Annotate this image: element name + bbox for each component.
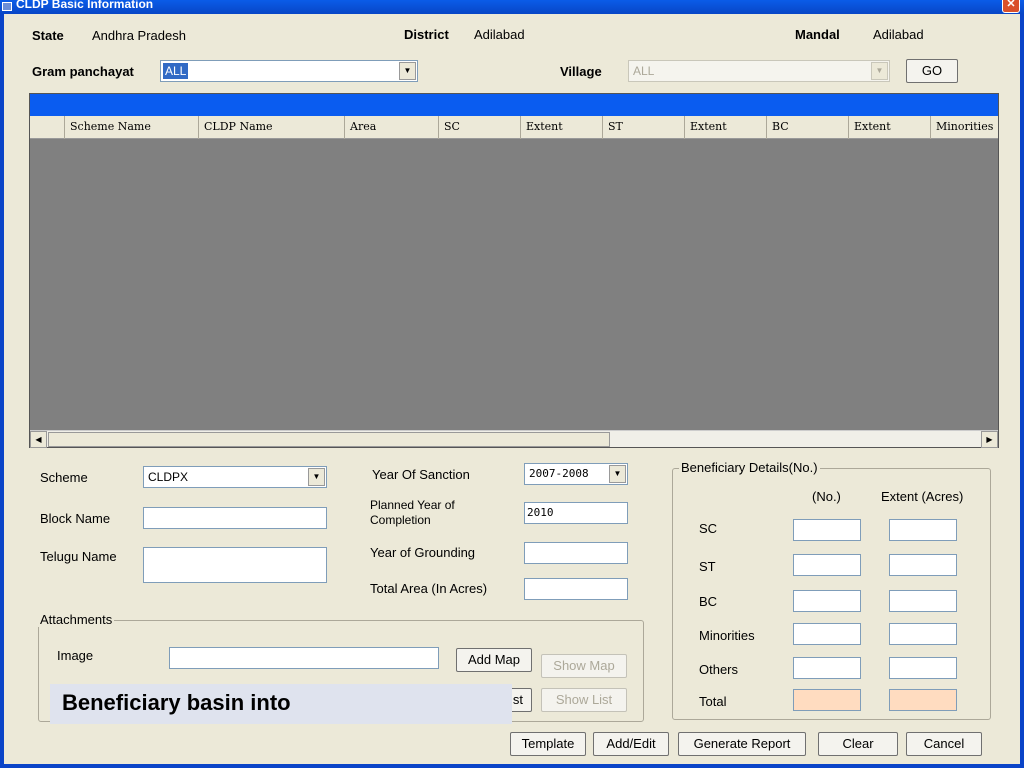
mandal-value: Adilabad (873, 27, 924, 42)
gram-panchayat-label: Gram panchayat (32, 64, 134, 79)
image-label: Image (57, 648, 94, 663)
grid-header: Scheme Name CLDP Name Area SC Extent ST … (30, 116, 998, 139)
column-header[interactable]: Area (344, 116, 438, 139)
chevron-down-icon[interactable]: ▼ (399, 62, 416, 80)
beneficiary-row-label: Total (699, 694, 727, 709)
beneficiary-row-label: Others (699, 662, 739, 677)
column-header[interactable]: SC (438, 116, 520, 139)
scheme-selected: CLDPX (148, 470, 189, 484)
telugu-name-label: Telugu Name (40, 549, 117, 564)
gram-panchayat-select[interactable]: ALL ▼ (160, 60, 418, 82)
column-header[interactable]: Extent (684, 116, 766, 139)
beneficiary-row-label: ST (699, 559, 716, 574)
telugu-name-input[interactable] (143, 547, 327, 583)
clear-button[interactable]: Clear (818, 732, 898, 756)
year-of-sanction-select[interactable]: 2007-2008 ▼ (524, 463, 628, 485)
scroll-left-icon[interactable]: ◀ (30, 431, 47, 448)
app-window: CLDP Basic Information ✕ State Andhra Pr… (0, 0, 1024, 768)
others-count-input[interactable] (793, 657, 861, 679)
planned-year-label: Planned Year of Completion (370, 498, 455, 527)
scroll-right-icon[interactable]: ▶ (981, 431, 998, 448)
title-bar[interactable]: CLDP Basic Information ✕ (0, 0, 1024, 14)
column-header[interactable]: BC (766, 116, 848, 139)
column-header[interactable]: ST (602, 116, 684, 139)
year-of-sanction-selected: 2007-2008 (529, 467, 589, 480)
attachments-group-title: Attachments (38, 612, 115, 627)
village-select[interactable]: ALL ▼ (628, 60, 890, 82)
column-header[interactable]: Extent (848, 116, 930, 139)
district-label: District (404, 27, 449, 42)
block-name-input[interactable] (143, 507, 327, 529)
state-label: State (32, 28, 64, 43)
overlay-caption: Beneficiary basin into (62, 690, 291, 715)
scroll-thumb[interactable] (48, 432, 610, 447)
beneficiary-row-label: Minorities (699, 628, 755, 643)
total-area-label: Total Area (In Acres) (370, 581, 488, 596)
chevron-down-icon[interactable]: ▼ (609, 465, 626, 483)
year-of-grounding-label: Year of Grounding (370, 545, 476, 560)
add-map-button[interactable]: Add Map (456, 648, 532, 672)
column-header[interactable]: Extent (520, 116, 602, 139)
chevron-down-icon[interactable]: ▼ (308, 468, 325, 486)
scheme-label: Scheme (40, 470, 88, 485)
scheme-grid[interactable]: Scheme Name CLDP Name Area SC Extent ST … (29, 93, 999, 448)
column-label-no: (No.) (812, 489, 841, 504)
st-extent-input[interactable] (889, 554, 957, 576)
image-path-input[interactable] (169, 647, 439, 669)
others-extent-input[interactable] (889, 657, 957, 679)
year-of-grounding-input[interactable] (524, 542, 628, 564)
minorities-count-input[interactable] (793, 623, 861, 645)
beneficiary-group-title: Beneficiary Details(No.) (679, 460, 820, 475)
district-value: Adilabad (474, 27, 525, 42)
grid-caption-bar (30, 94, 998, 116)
block-name-label: Block Name (40, 511, 111, 526)
cancel-button[interactable]: Cancel (906, 732, 982, 756)
sc-count-input[interactable] (793, 519, 861, 541)
total-extent-field (889, 689, 957, 711)
add-edit-button[interactable]: Add/Edit (593, 732, 669, 756)
bc-extent-input[interactable] (889, 590, 957, 612)
st-count-input[interactable] (793, 554, 861, 576)
overlay-caption-box: Beneficiary basin into (50, 684, 512, 724)
go-button[interactable]: GO (906, 59, 958, 83)
template-button[interactable]: Template (510, 732, 586, 756)
gram-panchayat-selected: ALL (163, 63, 189, 79)
column-header[interactable]: CLDP Name (198, 116, 344, 139)
column-header[interactable]: Scheme Name (64, 116, 198, 139)
show-list-button[interactable]: Show List (541, 688, 627, 712)
state-value: Andhra Pradesh (92, 28, 186, 43)
close-button[interactable]: ✕ (1002, 0, 1020, 13)
column-header[interactable]: Minorities (930, 116, 998, 139)
horizontal-scrollbar[interactable]: ◀ ▶ (30, 430, 998, 448)
scheme-select[interactable]: CLDPX ▼ (143, 466, 327, 488)
window-title: CLDP Basic Information (16, 0, 154, 11)
sc-extent-input[interactable] (889, 519, 957, 541)
total-count-field (793, 689, 861, 711)
minorities-extent-input[interactable] (889, 623, 957, 645)
mandal-label: Mandal (795, 27, 840, 42)
bc-count-input[interactable] (793, 590, 861, 612)
show-map-button[interactable]: Show Map (541, 654, 627, 678)
generate-report-button[interactable]: Generate Report (678, 732, 806, 756)
chevron-down-icon[interactable]: ▼ (871, 62, 888, 80)
planned-year-input[interactable]: 2010 (524, 502, 628, 524)
row-selector-header (30, 116, 64, 139)
year-of-sanction-label: Year Of Sanction (372, 467, 470, 482)
column-label-extent: Extent (Acres) (881, 489, 964, 504)
app-icon (2, 2, 12, 11)
dialog-body: State Andhra Pradesh District Adilabad M… (4, 14, 1020, 764)
village-label: Village (560, 64, 602, 79)
total-area-input[interactable] (524, 578, 628, 600)
village-selected: ALL (633, 64, 655, 78)
beneficiary-row-label: SC (699, 521, 718, 536)
beneficiary-row-label: BC (699, 594, 718, 609)
